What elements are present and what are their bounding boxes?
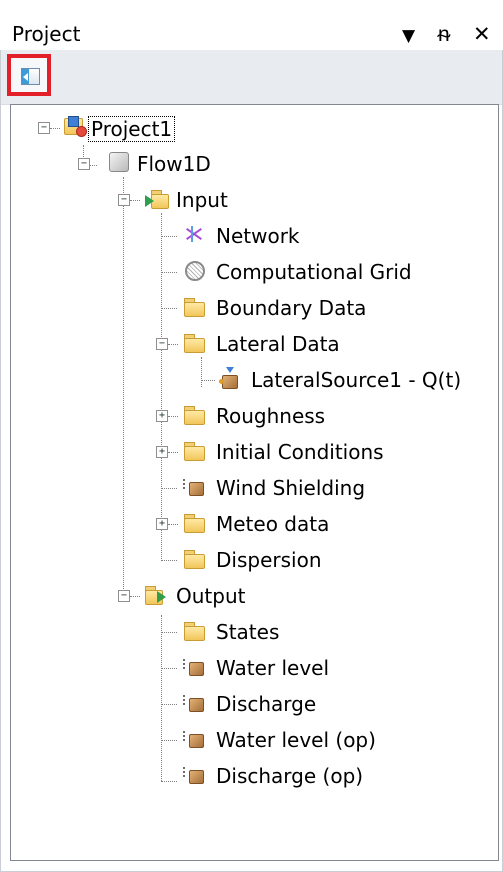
tree-node-discharge[interactable]: Discharge	[11, 689, 491, 723]
data-item-icon	[183, 476, 205, 496]
tree-label-wind-shielding: Wind Shielding	[216, 476, 366, 500]
title-bar: Project ▼ ᵰ ✕	[0, 0, 503, 50]
tree-node-project[interactable]: − Project1	[11, 113, 491, 147]
tree-node-water-level-op[interactable]: Water level (op)	[11, 725, 491, 759]
network-icon	[183, 224, 205, 244]
tree-label-meteo-data: Meteo data	[216, 512, 330, 536]
tree-label-water-level: Water level	[216, 656, 330, 680]
folder-icon	[183, 620, 205, 641]
tree-label-project: Project1	[88, 116, 176, 142]
expand-toggle[interactable]: +	[156, 518, 168, 530]
data-item-icon	[183, 764, 205, 784]
data-item-icon	[183, 692, 205, 712]
tree-line	[161, 488, 177, 489]
data-item-icon	[183, 656, 205, 676]
tree-label-computational-grid: Computational Grid	[216, 260, 412, 284]
tree-line	[130, 200, 140, 201]
tree-line	[168, 452, 178, 453]
grid-icon	[185, 261, 205, 281]
folder-icon	[183, 332, 205, 353]
tree-node-lateral-data[interactable]: − Lateral Data	[11, 329, 491, 363]
tree-label-water-level-op: Water level (op)	[216, 728, 376, 752]
tree-line	[161, 236, 177, 237]
folder-icon	[183, 548, 205, 569]
folder-icon	[183, 404, 205, 425]
tree-line	[50, 128, 60, 129]
tree-line	[168, 416, 178, 417]
folder-icon	[183, 512, 205, 533]
toolbar	[1, 50, 502, 105]
folder-icon	[183, 296, 205, 317]
tree-node-wind-shielding[interactable]: Wind Shielding	[11, 473, 491, 507]
collapse-toggle[interactable]: −	[118, 590, 130, 602]
expand-toggle[interactable]: +	[156, 410, 168, 422]
tree-label-discharge-op: Discharge (op)	[216, 764, 364, 788]
tree-label-states: States	[216, 620, 280, 644]
model-cube-icon	[109, 152, 129, 172]
tree-label-roughness: Roughness	[216, 404, 326, 428]
tree-label-output: Output	[176, 584, 246, 608]
tree-line	[161, 781, 177, 782]
tree-node-computational-grid[interactable]: Computational Grid	[11, 257, 491, 291]
tree-node-flow1d[interactable]: − Flow1D	[11, 149, 491, 183]
tree-line	[201, 380, 215, 381]
sync-with-view-icon	[21, 68, 40, 85]
tree-line	[161, 704, 177, 705]
tree-label-lateral-source: LateralSource1 - Q(t)	[251, 368, 462, 392]
output-folder-icon	[145, 584, 167, 605]
tree-node-dispersion[interactable]: Dispersion	[11, 545, 491, 579]
expand-toggle[interactable]: +	[156, 446, 168, 458]
tree-line	[161, 740, 177, 741]
tree-label-lateral-data: Lateral Data	[216, 332, 340, 356]
folder-icon	[183, 440, 205, 461]
tree-line	[161, 560, 177, 561]
tree-node-roughness[interactable]: + Roughness	[11, 401, 491, 435]
tree-line	[168, 524, 178, 525]
tree-label-network: Network	[216, 224, 300, 248]
tree-node-input[interactable]: − Input	[11, 185, 491, 219]
pin-icon[interactable]: ᵰ	[438, 22, 450, 46]
tree-label-boundary-data: Boundary Data	[216, 296, 367, 320]
collapse-toggle[interactable]: −	[78, 158, 90, 170]
tree-line	[161, 668, 177, 669]
tree-line	[161, 308, 177, 309]
tree-node-initial-conditions[interactable]: + Initial Conditions	[11, 437, 491, 471]
tree-label-discharge: Discharge	[216, 692, 317, 716]
tree-node-water-level[interactable]: Water level	[11, 653, 491, 687]
tree-label-dispersion: Dispersion	[216, 548, 322, 572]
tree-node-states[interactable]: States	[11, 617, 491, 651]
tree-line	[161, 272, 177, 273]
tree-node-output[interactable]: − Output	[11, 581, 491, 615]
data-item-icon	[183, 728, 205, 748]
tree-label-initial-conditions: Initial Conditions	[216, 440, 384, 464]
tree-node-boundary-data[interactable]: Boundary Data	[11, 293, 491, 327]
tree-line	[130, 596, 140, 597]
lateral-source-icon	[219, 367, 241, 389]
window-title: Project	[12, 22, 81, 46]
project-icon	[64, 116, 87, 137]
tree-node-network[interactable]: Network	[11, 221, 491, 255]
collapse-toggle[interactable]: −	[118, 194, 130, 206]
tree-line	[168, 344, 178, 345]
tree-label-flow1d: Flow1D	[137, 152, 211, 176]
tree-line	[161, 632, 177, 633]
tree-node-lateral-source[interactable]: LateralSource1 - Q(t)	[11, 365, 491, 399]
tree-node-meteo-data[interactable]: + Meteo data	[11, 509, 491, 543]
tree-label-input: Input	[176, 188, 228, 212]
sync-with-view-button[interactable]	[7, 54, 51, 96]
project-tree-panel[interactable]: − Project1 − Flow1D − Input Network Comp…	[10, 104, 499, 861]
close-icon[interactable]: ✕	[473, 22, 491, 46]
window-menu-dropdown-icon[interactable]: ▼	[402, 24, 415, 48]
collapse-toggle[interactable]: −	[156, 338, 168, 350]
tree-node-discharge-op[interactable]: Discharge (op)	[11, 761, 491, 795]
collapse-toggle[interactable]: −	[38, 122, 50, 134]
input-folder-icon	[145, 188, 169, 209]
